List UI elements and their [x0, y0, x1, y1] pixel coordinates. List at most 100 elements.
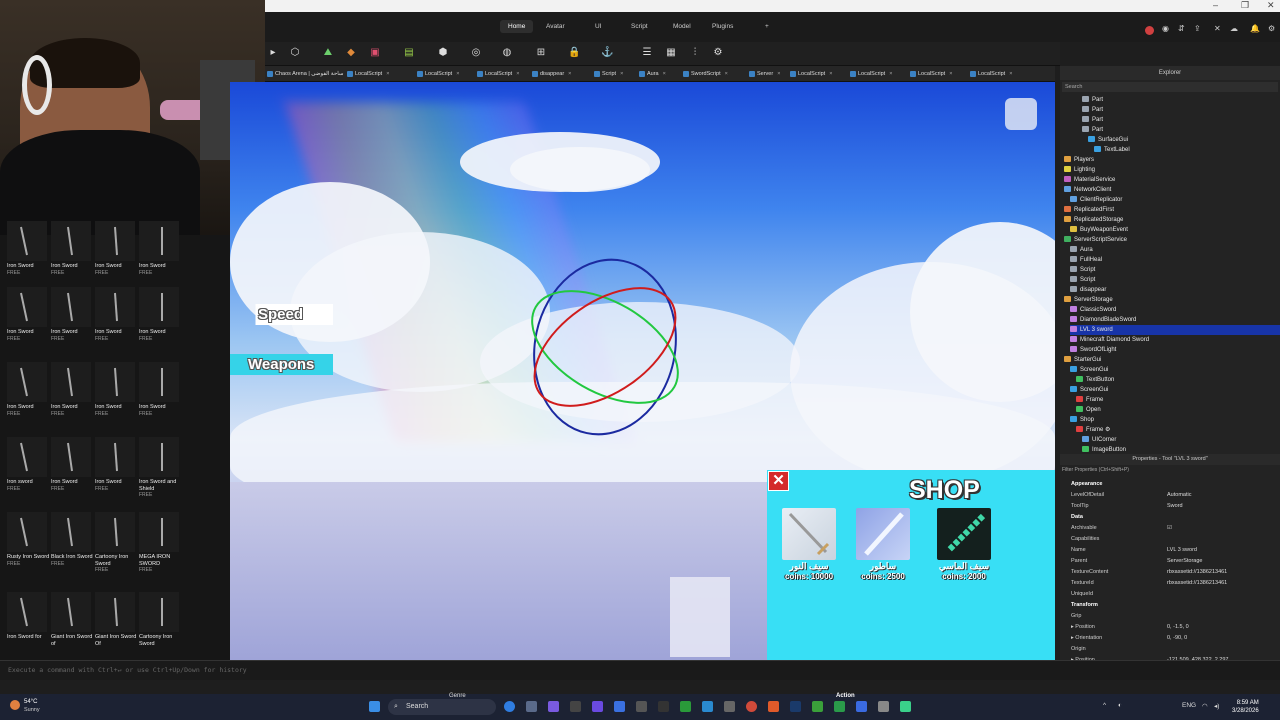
explorer-item[interactable]: Part [1082, 125, 1103, 135]
property-row[interactable]: TextureId rbxassetid://1386213461 [1060, 578, 1280, 588]
explorer-item[interactable]: ClientReplicator [1070, 195, 1122, 205]
explorer-item-selected[interactable]: LVL 3 sword [1070, 325, 1280, 335]
toolbox-item[interactable]: Giant Iron Sword Of [95, 592, 139, 647]
toolbox-item[interactable]: Cartoony Iron Sword FREE [95, 512, 139, 574]
image-icon[interactable]: ▣ [369, 47, 381, 59]
close-tab-icon[interactable]: × [663, 71, 666, 77]
property-row[interactable]: Grip [1060, 611, 1280, 621]
explorer-item[interactable]: Minecraft Diamond Sword [1070, 335, 1149, 345]
property-row[interactable]: LevelOfDetail Automatic [1060, 490, 1280, 500]
material-icon[interactable]: ◆ [345, 47, 357, 59]
script-tab[interactable]: LocalScript × [968, 66, 1012, 82]
edge-icon[interactable] [504, 701, 515, 712]
steam-icon[interactable] [790, 701, 801, 712]
explorer-item[interactable]: TextLabel [1094, 145, 1130, 155]
script-tab[interactable]: LocalScript × [848, 66, 892, 82]
script-tab[interactable]: LocalScript × [345, 66, 389, 82]
script-tab[interactable]: Server × [747, 66, 780, 82]
grid-icon[interactable]: ⊞ [535, 47, 547, 59]
explorer-item[interactable]: disappear [1070, 285, 1106, 295]
property-value[interactable]: rbxassetid://1386213461 [1167, 578, 1227, 588]
mail-icon[interactable] [526, 701, 537, 712]
toolbox-item[interactable]: Iron Sword FREE [7, 287, 51, 342]
property-section[interactable]: Data [1060, 512, 1280, 522]
wifi-icon[interactable]: ◠ [1202, 702, 1208, 710]
toolbox-item[interactable]: Iron Sword FREE [51, 287, 95, 342]
property-row[interactable]: Parent ServerStorage [1060, 556, 1280, 566]
property-value[interactable]: ☑ [1167, 523, 1172, 533]
explorer-item[interactable]: Shop [1070, 415, 1094, 425]
toolbox-item[interactable]: Iron Sword FREE [95, 287, 139, 342]
toolbox-item[interactable]: Iron Sword FREE [7, 362, 51, 417]
tab-add[interactable]: + [757, 20, 777, 33]
app-icon[interactable] [834, 701, 845, 712]
property-row[interactable]: ToolTip Sword [1060, 501, 1280, 511]
close-tab-icon[interactable]: × [829, 71, 832, 77]
speed-button[interactable]: Speed [230, 304, 333, 325]
property-row[interactable]: ▸ Orientation 0, -90, 0 [1060, 633, 1280, 643]
explorer-item[interactable]: Lighting [1064, 165, 1095, 175]
properties-filter-input[interactable]: Filter Properties (Ctrl+Shift+P) [1062, 466, 1278, 475]
tab-script[interactable]: Script [623, 20, 656, 33]
test-icon[interactable]: ⚙ [712, 47, 724, 59]
brave-icon[interactable] [768, 701, 779, 712]
property-value[interactable]: rbxassetid://1386213461 [1167, 567, 1227, 577]
tab-home[interactable]: Home [500, 20, 534, 33]
explorer-item[interactable]: Part [1082, 115, 1103, 125]
property-value[interactable]: 0, -90, 0 [1167, 633, 1187, 643]
toolbox-item[interactable]: Iron Sword FREE [51, 437, 95, 492]
avatar[interactable] [1145, 26, 1154, 35]
weather-widget[interactable]: 54°C Sunny [8, 698, 68, 714]
close-tab-icon[interactable]: × [456, 71, 459, 77]
close-tab-icon[interactable]: × [386, 71, 389, 77]
gizmo-ring-green[interactable] [513, 268, 697, 426]
script-tab[interactable]: LocalScript × [788, 66, 832, 82]
cleaver-image[interactable] [856, 508, 910, 560]
script-tab[interactable]: Aura × [637, 66, 666, 82]
explorer-item[interactable]: Frame ⚙ [1076, 425, 1110, 435]
close-tab-icon[interactable]: × [568, 71, 571, 77]
property-value[interactable]: Automatic [1167, 490, 1191, 500]
explorer-item[interactable]: NetworkClient [1064, 185, 1111, 195]
property-row[interactable]: TextureContent rbxassetid://1386213461 [1060, 567, 1280, 577]
command-input[interactable]: Execute a command with Ctrl+↵ or use Ctr… [8, 666, 247, 674]
explorer-item[interactable]: Part [1082, 95, 1103, 105]
tray-chevron-icon[interactable]: ^ [1103, 702, 1106, 709]
property-row[interactable]: Name LVL 3 sword [1060, 545, 1280, 555]
property-section[interactable]: Transform [1060, 600, 1280, 610]
app-icon[interactable] [636, 701, 647, 712]
explorer-item[interactable]: FullHeal [1070, 255, 1102, 265]
share-icon[interactable]: ◉ [1162, 24, 1169, 33]
cloud-icon[interactable]: ☁ [1230, 24, 1238, 33]
script-tab[interactable]: disappear × [530, 66, 571, 82]
volume-icon[interactable]: ◂) [1214, 702, 1219, 710]
explorer-item[interactable]: Part [1082, 105, 1103, 115]
shop-item[interactable]: سيف النور coins: 10000 [779, 508, 839, 581]
tray-icon[interactable]: ◐ [1118, 702, 1122, 709]
start-icon[interactable] [369, 701, 380, 712]
property-value[interactable]: ServerStorage [1167, 556, 1202, 566]
maximize-icon[interactable]: ❐ [1241, 0, 1249, 11]
explorer-item[interactable]: Open [1076, 405, 1101, 415]
explorer-item[interactable]: ScreenGui [1070, 365, 1108, 375]
app-icon[interactable] [878, 701, 889, 712]
terrain-icon[interactable]: ⛰ [322, 47, 334, 59]
close-tab-icon[interactable]: × [725, 71, 728, 77]
toolbox-item[interactable]: Giant Iron Sword of [51, 592, 95, 647]
property-row[interactable]: UniqueId [1060, 589, 1280, 599]
app-icon[interactable] [614, 701, 625, 712]
output-icon[interactable]: ▦ [665, 47, 677, 59]
script-tab[interactable]: Script × [592, 66, 623, 82]
model-icon[interactable]: ⬢ [437, 47, 449, 59]
view-cube[interactable] [1005, 98, 1037, 130]
explorer-item[interactable]: SwordOfLight [1070, 345, 1116, 355]
explorer-item[interactable]: ReplicatedStorage [1064, 215, 1123, 225]
toolbox-item[interactable]: Iron sword FREE [7, 437, 51, 492]
shop-item[interactable]: ساطور coins: 2500 [853, 508, 913, 581]
property-row[interactable]: Origin [1060, 644, 1280, 654]
shop-item[interactable]: سيف الماسي coins: 2000 [934, 508, 994, 581]
anchor-icon[interactable]: ⚓ [601, 47, 613, 59]
tools-icon[interactable]: ✕ [1214, 24, 1221, 33]
explorer-item[interactable]: ServerScriptService [1064, 235, 1127, 245]
app-icon[interactable] [724, 701, 735, 712]
